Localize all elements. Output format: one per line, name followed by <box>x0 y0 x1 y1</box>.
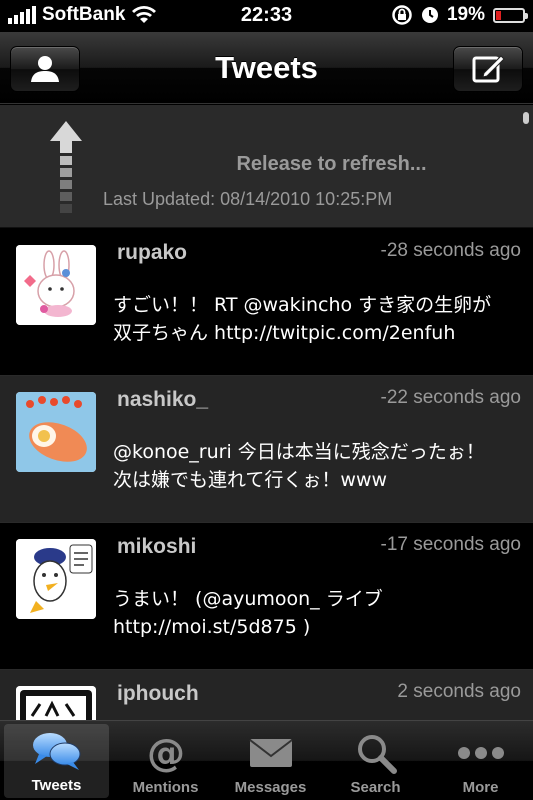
tab-bar: Tweets @ Mentions Messages Search More <box>0 720 533 800</box>
at-icon: @ <box>145 730 187 776</box>
tweet-timestamp: -28 seconds ago <box>380 240 522 261</box>
pull-to-refresh[interactable]: Release to refresh... Last Updated: 08/1… <box>0 105 533 228</box>
rotation-lock-icon <box>392 5 412 25</box>
tab-tweets[interactable]: Tweets <box>4 724 109 798</box>
tab-search[interactable]: Search <box>323 721 428 800</box>
tab-label: More <box>462 779 499 796</box>
tweet-username[interactable]: nashiko_ <box>117 388 208 412</box>
status-right: 19% <box>391 4 528 26</box>
tweet-row[interactable]: nashiko_ -22 seconds ago @konoe_ruri 今日は… <box>0 376 533 523</box>
tweet-text: うまい！ (@ayumoon_ ライブ http://moi.st/5d875 … <box>113 588 383 638</box>
tab-more[interactable]: More <box>428 721 533 800</box>
scroll-indicator <box>523 112 529 124</box>
tweet-username[interactable]: rupako <box>117 241 187 265</box>
tweet-row[interactable]: iphouch 2 seconds ago <box>0 670 533 720</box>
navigation-bar: Tweets <box>0 32 533 104</box>
tweet-timestamp: -17 seconds ago <box>380 534 522 555</box>
battery-icon <box>493 7 528 23</box>
compose-button[interactable] <box>453 46 523 92</box>
avatar[interactable] <box>16 539 96 619</box>
tweet-row[interactable]: mikoshi -17 seconds ago うまい！ (@ayumoon_ … <box>0 523 533 670</box>
tab-label: Messages <box>234 779 307 796</box>
more-icon <box>457 730 505 776</box>
tweet-username[interactable]: iphouch <box>117 682 199 706</box>
tab-mentions[interactable]: @ Mentions <box>113 721 218 800</box>
tweet-list: rupako -28 seconds ago すごい！！ RT @wakinch… <box>0 229 533 720</box>
battery-percent: 19% <box>446 4 485 25</box>
refresh-arrow-icon <box>50 121 82 213</box>
svg-text:@: @ <box>147 732 185 774</box>
avatar[interactable] <box>16 686 96 720</box>
tweet-text: すごい！！ RT @wakincho すき家の生卵が 双子ちゃん http://… <box>113 294 492 344</box>
tab-label: Mentions <box>132 779 199 796</box>
search-icon <box>355 730 397 776</box>
avatar[interactable] <box>16 245 96 325</box>
refresh-status: Release to refresh... <box>236 153 427 175</box>
tab-label: Search <box>350 779 401 796</box>
tab-label: Tweets <box>31 777 82 794</box>
envelope-icon <box>248 730 294 776</box>
last-updated: Last Updated: 08/14/2010 10:25:PM <box>103 189 393 209</box>
tweet-timestamp: 2 seconds ago <box>397 681 521 702</box>
status-bar: SoftBank 22:33 19% <box>0 0 533 32</box>
tweet-username[interactable]: mikoshi <box>117 535 196 559</box>
compose-icon <box>472 55 505 83</box>
tab-messages[interactable]: Messages <box>218 721 323 800</box>
avatar[interactable] <box>16 392 96 472</box>
tweet-row[interactable]: rupako -28 seconds ago すごい！！ RT @wakinch… <box>0 229 533 376</box>
tweet-text: @konoe_ruri 今日は本当に残念だったぉ！ 次は嫌でも連れて行くぉ！ww… <box>113 441 485 491</box>
battery-level <box>496 10 501 20</box>
tweet-timestamp: -22 seconds ago <box>380 387 522 408</box>
tweets-icon <box>31 728 83 774</box>
alarm-icon <box>421 7 438 23</box>
